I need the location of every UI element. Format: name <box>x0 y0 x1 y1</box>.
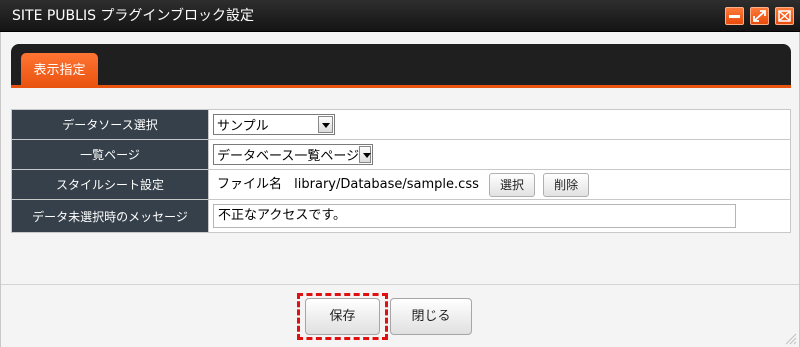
maximize-button[interactable] <box>750 7 769 25</box>
stylesheet-label: スタイルシート設定 <box>11 169 209 200</box>
row-data-source: データソース選択 サンプル <box>11 109 791 140</box>
tab-bar: 表示指定 <box>11 44 791 88</box>
row-no-data-message: データ未選択時のメッセージ 不正なアクセスです。 <box>11 199 791 233</box>
row-stylesheet: スタイルシート設定 ファイル名 library/Database/sample.… <box>11 169 791 200</box>
data-source-label: データソース選択 <box>11 109 209 140</box>
list-page-cell: データベース一覧ページ <box>208 139 791 170</box>
no-data-message-input[interactable]: 不正なアクセスです。 <box>213 204 736 228</box>
data-source-selected: サンプル <box>217 119 269 134</box>
data-source-cell: サンプル <box>208 109 791 140</box>
minimize-icon <box>729 15 740 18</box>
close-icon <box>778 10 791 22</box>
dialog-panel: 表示指定 データソース選択 サンプル 一覧ページ データベース一覧ページ スタイ… <box>0 32 800 347</box>
no-data-message-cell: 不正なアクセスです。 <box>208 199 791 233</box>
resize-grip-icon[interactable] <box>783 331 797 345</box>
save-button[interactable]: 保存 <box>305 298 380 335</box>
close-window-button[interactable] <box>775 7 794 25</box>
dropdown-arrow-icon[interactable] <box>318 116 333 133</box>
window-title: SITE PUBLIS プラグインブロック設定 <box>12 8 255 24</box>
select-file-button[interactable]: 選択 <box>489 172 536 197</box>
stylesheet-path: library/Database/sample.css <box>294 177 479 192</box>
list-page-selected: データベース一覧ページ <box>217 149 360 164</box>
row-list-page: 一覧ページ データベース一覧ページ <box>11 139 791 170</box>
close-button[interactable]: 閉じる <box>390 298 472 335</box>
list-page-select[interactable]: データベース一覧ページ <box>213 144 373 165</box>
data-source-select[interactable]: サンプル <box>213 114 335 135</box>
dialog-footer: 保存 閉じる <box>1 284 799 347</box>
minimize-button[interactable] <box>725 7 744 25</box>
title-bar: SITE PUBLIS プラグインブロック設定 <box>0 0 800 32</box>
settings-form: データソース選択 サンプル 一覧ページ データベース一覧ページ スタイルシート設… <box>11 109 791 233</box>
delete-file-button[interactable]: 削除 <box>543 172 590 197</box>
dropdown-arrow-icon[interactable] <box>359 146 371 163</box>
no-data-message-label: データ未選択時のメッセージ <box>11 199 209 233</box>
expand-icon <box>753 10 766 22</box>
list-page-label: 一覧ページ <box>11 139 209 170</box>
stylesheet-cell: ファイル名 library/Database/sample.css 選択 削除 <box>208 169 791 200</box>
file-name-label: ファイル名 <box>217 177 283 192</box>
tab-display-settings[interactable]: 表示指定 <box>21 53 98 88</box>
